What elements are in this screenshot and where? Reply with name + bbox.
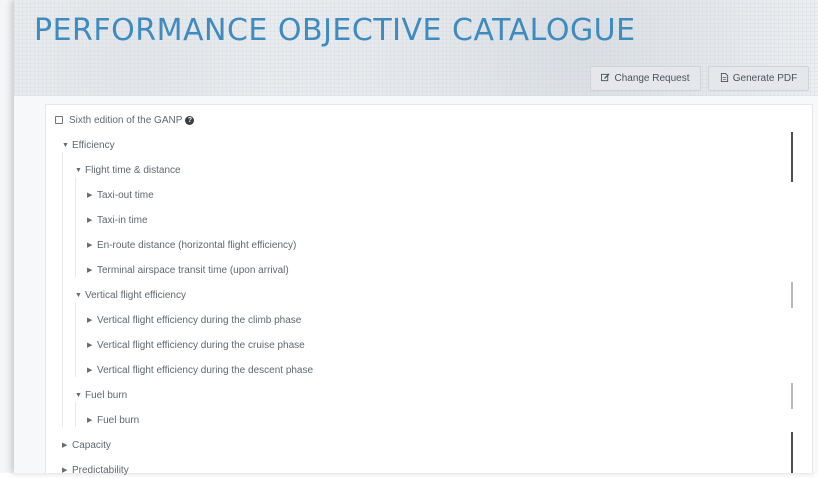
caret-down-icon: ▼ — [75, 391, 82, 399]
tree-node-capacity[interactable]: ▶ Capacity — [62, 437, 111, 453]
tree-node-vfe-cruise[interactable]: ▶ Vertical flight efficiency during the … — [87, 337, 305, 353]
change-request-label: Change Request — [614, 73, 690, 84]
caret-right-icon: ▶ — [87, 417, 93, 424]
tree-guide-line — [75, 302, 76, 377]
question-circle-icon[interactable]: ? — [185, 115, 195, 125]
tree-node-terminal-transit[interactable]: ▶ Terminal airspace transit time (upon a… — [87, 262, 289, 278]
tree-node-label: Taxi-in time — [97, 214, 148, 226]
caret-down-icon: ▼ — [75, 166, 82, 174]
scroll-indicator[interactable] — [791, 383, 793, 409]
caret-right-icon: ▶ — [87, 367, 93, 374]
caret-right-icon: ▶ — [87, 317, 93, 324]
tree-node-vfe-descent[interactable]: ▶ Vertical flight efficiency during the … — [87, 362, 313, 378]
tree-node-label: Fuel burn — [97, 414, 140, 426]
tree-node-label: Predictability — [72, 464, 129, 476]
tree-node-enroute-distance[interactable]: ▶ En-route distance (horizontal flight e… — [87, 237, 296, 253]
tree-node-label: Efficiency — [72, 139, 115, 151]
page-title: PERFORMANCE OBJECTIVE CATALOGUE — [34, 13, 636, 48]
caret-right-icon: ▶ — [87, 242, 93, 249]
tree-guide-line — [75, 177, 76, 277]
tree-node-label: En-route distance (horizontal flight eff… — [97, 239, 297, 251]
tree-guide-line — [62, 152, 63, 427]
tree-node-fuel-burn-group[interactable]: ▼ Fuel burn — [75, 387, 127, 403]
tree-node-predictability[interactable]: ▶ Predictability — [62, 462, 129, 478]
generate-pdf-label: Generate PDF — [732, 73, 798, 84]
caret-right-icon: ▶ — [87, 267, 93, 274]
tree-node-label: Vertical flight efficiency during the cl… — [97, 314, 302, 326]
caret-right-icon: ▶ — [62, 442, 68, 449]
scroll-indicator[interactable] — [791, 432, 793, 473]
caret-down-icon: ▼ — [75, 291, 82, 299]
caret-right-icon: ▶ — [87, 217, 93, 224]
caret-down-icon: ▼ — [62, 141, 69, 149]
tree-node-taxi-in-time[interactable]: ▶ Taxi-in time — [87, 212, 148, 228]
tree-node-label: Vertical flight efficiency during the de… — [97, 364, 314, 376]
tree-node-label: Terminal airspace transit time (upon arr… — [97, 264, 289, 276]
tree-node-label: Taxi-out time — [97, 189, 154, 201]
edit-icon — [601, 72, 611, 85]
change-request-button[interactable]: Change Request — [590, 66, 701, 91]
caret-right-icon: ▶ — [87, 192, 93, 199]
tree-node-label: Flight time & distance — [85, 164, 181, 176]
caret-right-icon: ▶ — [87, 342, 93, 349]
ganp-edition-label: Sixth edition of the GANP — [69, 114, 183, 126]
tree-node-label: Vertical flight efficiency during the cr… — [97, 339, 305, 351]
tree-node-taxi-out-time[interactable]: ▶ Taxi-out time — [87, 187, 154, 203]
generate-pdf-button[interactable]: Generate PDF — [708, 66, 809, 91]
tree-node-fuel-burn[interactable]: ▶ Fuel burn — [87, 412, 139, 428]
tree-node-flight-time-distance[interactable]: ▼ Flight time & distance — [75, 162, 181, 178]
ganp-edition-checkbox[interactable] — [55, 116, 63, 124]
tree-node-vertical-flight-efficiency[interactable]: ▼ Vertical flight efficiency — [75, 287, 186, 303]
scroll-indicator[interactable] — [791, 132, 793, 182]
tree-node-vfe-climb[interactable]: ▶ Vertical flight efficiency during the … — [87, 312, 301, 328]
tree-node-label: Fuel burn — [85, 389, 128, 401]
tree-node-label: Capacity — [72, 439, 111, 451]
tree-node-efficiency[interactable]: ▼ Efficiency — [62, 137, 115, 153]
tree-node-label: Vertical flight efficiency — [85, 289, 186, 301]
tree-guide-line — [75, 402, 76, 427]
scroll-indicator[interactable] — [791, 282, 793, 308]
ganp-edition-filter[interactable]: Sixth edition of the GANP ? — [55, 112, 195, 128]
file-pdf-icon — [720, 72, 729, 85]
